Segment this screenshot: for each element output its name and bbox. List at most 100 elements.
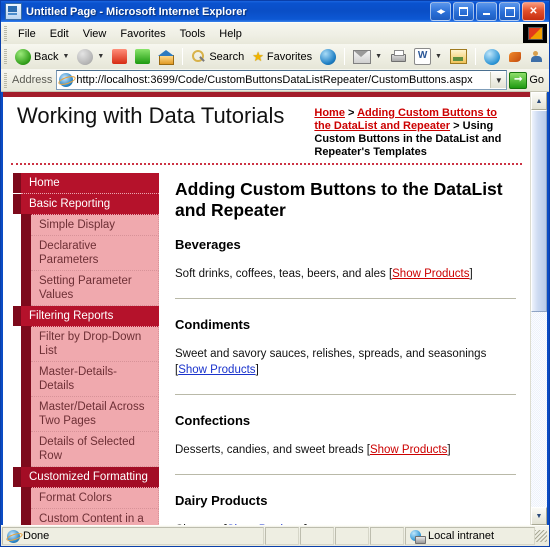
sidebar-item-format-colors[interactable]: Format Colors — [21, 487, 159, 509]
home-button[interactable] — [154, 49, 178, 65]
menu-item-tools[interactable]: Tools — [173, 26, 213, 42]
back-button[interactable]: Back ▼ — [11, 48, 73, 66]
address-input[interactable]: http://localhost:3699/Code/CustomButtons… — [56, 70, 508, 90]
stop-button[interactable] — [108, 48, 131, 65]
research-icon — [508, 50, 523, 64]
restore-down-button[interactable] — [453, 2, 474, 21]
menu-item-view[interactable]: View — [76, 26, 114, 42]
stop-icon — [112, 49, 128, 64]
sidebar-item-details-of-selected-row[interactable]: Details of Selected Row — [21, 431, 159, 467]
show-products-link-dairy-products[interactable]: Show Products — [227, 524, 304, 525]
page-globe-icon — [59, 73, 74, 87]
vertical-scrollbar[interactable]: ▲ ▼ — [530, 92, 547, 525]
sidebar-navigation: Home Basic Reporting Simple Display Decl… — [3, 165, 159, 525]
back-dropdown-icon[interactable]: ▼ — [62, 53, 69, 60]
close-button[interactable]: ✕ — [522, 2, 545, 21]
category-heading-dairy-products: Dairy Products — [175, 493, 268, 508]
status-pane-1 — [265, 527, 299, 545]
restore-group-icon: ◂▸ — [436, 6, 445, 16]
sidebar-item-master-detail-across-two-pages[interactable]: Master/Detail Across Two Pages — [21, 396, 159, 432]
sidebar-item-filter-by-drop-down-list[interactable]: Filter by Drop-Down List — [21, 326, 159, 362]
mail-dropdown-icon[interactable]: ▼ — [375, 53, 382, 60]
search-button[interactable]: Search — [187, 48, 248, 65]
toolbar-separator-2 — [344, 48, 346, 65]
mail-button[interactable]: ▼ — [349, 49, 386, 65]
printer-icon — [390, 50, 407, 63]
print-button[interactable] — [386, 49, 410, 64]
address-dropdown-icon[interactable]: ▼ — [490, 72, 507, 88]
status-pane-3 — [335, 527, 369, 545]
address-bar: Address http://localhost:3699/Code/Custo… — [1, 69, 549, 92]
status-message: Done — [23, 530, 50, 542]
site-title: Working with Data Tutorials — [17, 103, 285, 128]
favorites-button-label: Favorites — [266, 50, 313, 63]
scrollbar-track[interactable] — [531, 110, 547, 507]
windows-logo-icon — [523, 24, 547, 43]
sidebar-item-simple-display[interactable]: Simple Display — [21, 214, 159, 236]
scroll-up-button[interactable]: ▲ — [531, 92, 547, 110]
edit-dropdown-icon[interactable]: ▼ — [435, 53, 442, 60]
restore-group-button[interactable]: ◂▸ — [430, 2, 451, 21]
scroll-down-button[interactable]: ▼ — [531, 507, 547, 525]
show-products-link-beverages[interactable]: Show Products — [392, 268, 469, 280]
category-heading-beverages: Beverages — [175, 237, 241, 252]
research-button[interactable] — [504, 49, 527, 65]
go-button[interactable]: ➞ Go — [509, 71, 549, 89]
messenger-button[interactable] — [480, 48, 504, 66]
scrollbar-thumb[interactable] — [531, 110, 547, 312]
show-products-link-condiments[interactable]: Show Products — [178, 364, 255, 376]
local-intranet-icon — [410, 529, 426, 544]
resize-grip[interactable] — [535, 530, 547, 542]
sidebar-item-filtering-reports[interactable]: Filtering Reports — [13, 306, 159, 327]
status-page-icon — [7, 529, 20, 543]
menu-item-help[interactable]: Help — [212, 26, 249, 42]
window-title: Untitled Page - Microsoft Internet Explo… — [26, 5, 247, 18]
main-content: Adding Custom Buttons to the DataList an… — [159, 165, 530, 525]
menu-item-favorites[interactable]: Favorites — [113, 26, 172, 42]
minimize-icon — [483, 13, 490, 15]
discuss-button[interactable] — [446, 48, 471, 65]
history-button[interactable] — [316, 48, 340, 66]
star-icon: ★ — [252, 49, 264, 64]
menu-item-edit[interactable]: Edit — [43, 26, 76, 42]
sidebar-item-home[interactable]: Home — [13, 173, 159, 194]
category-heading-condiments: Condiments — [175, 317, 251, 332]
mail-icon — [353, 49, 372, 64]
history-icon — [320, 48, 337, 65]
breadcrumb-link-home[interactable]: Home — [314, 107, 345, 119]
status-pane-4 — [370, 527, 404, 545]
menu-bar: File Edit View Favorites Tools Help — [1, 22, 549, 44]
forward-arrow-icon — [77, 48, 94, 65]
refresh-button[interactable] — [131, 48, 154, 65]
maximize-button[interactable] — [499, 2, 520, 21]
sidebar-item-customized-formatting[interactable]: Customized Formatting — [13, 467, 159, 488]
status-message-pane: Done — [2, 527, 264, 545]
favorites-button[interactable]: ★ Favorites — [248, 49, 316, 64]
browser-toolbar: Back ▼ ▼ Search ★ Favorites ▼ ▼ — [1, 44, 549, 69]
address-grip-handle[interactable] — [4, 72, 7, 88]
toolbar-grip-handle[interactable] — [4, 49, 7, 64]
people-icon — [530, 50, 546, 64]
menu-grip-handle[interactable] — [4, 26, 7, 41]
menu-item-file[interactable]: File — [11, 26, 43, 42]
edit-button[interactable]: ▼ — [410, 47, 446, 66]
back-arrow-icon — [15, 48, 31, 65]
forward-button[interactable]: ▼ — [73, 48, 108, 66]
people-button[interactable] — [527, 49, 550, 65]
section-divider-1 — [175, 298, 516, 299]
status-bar: Done Local intranet — [1, 525, 549, 546]
page-viewport: Working with Data Tutorials Home > Addin… — [1, 92, 549, 525]
home-icon — [158, 49, 175, 65]
show-products-link-confections[interactable]: Show Products — [370, 444, 447, 456]
sidebar-item-basic-reporting[interactable]: Basic Reporting — [13, 194, 159, 215]
sidebar-item-custom-content-in-a-gridview[interactable]: Custom Content in a GridView — [21, 508, 159, 525]
sidebar-item-setting-parameter-values[interactable]: Setting Parameter Values — [21, 270, 159, 306]
restore-down-icon — [459, 7, 468, 16]
sidebar-item-master-details-details[interactable]: Master-Details-Details — [21, 361, 159, 397]
refresh-icon — [135, 49, 151, 64]
breadcrumb: Home > Adding Custom Buttons to the Data… — [284, 97, 530, 159]
forward-dropdown-icon: ▼ — [97, 53, 105, 60]
sidebar-item-declarative-parameters[interactable]: Declarative Parameters — [21, 235, 159, 271]
security-zone-pane[interactable]: Local intranet — [405, 527, 535, 545]
minimize-button[interactable] — [476, 2, 497, 21]
